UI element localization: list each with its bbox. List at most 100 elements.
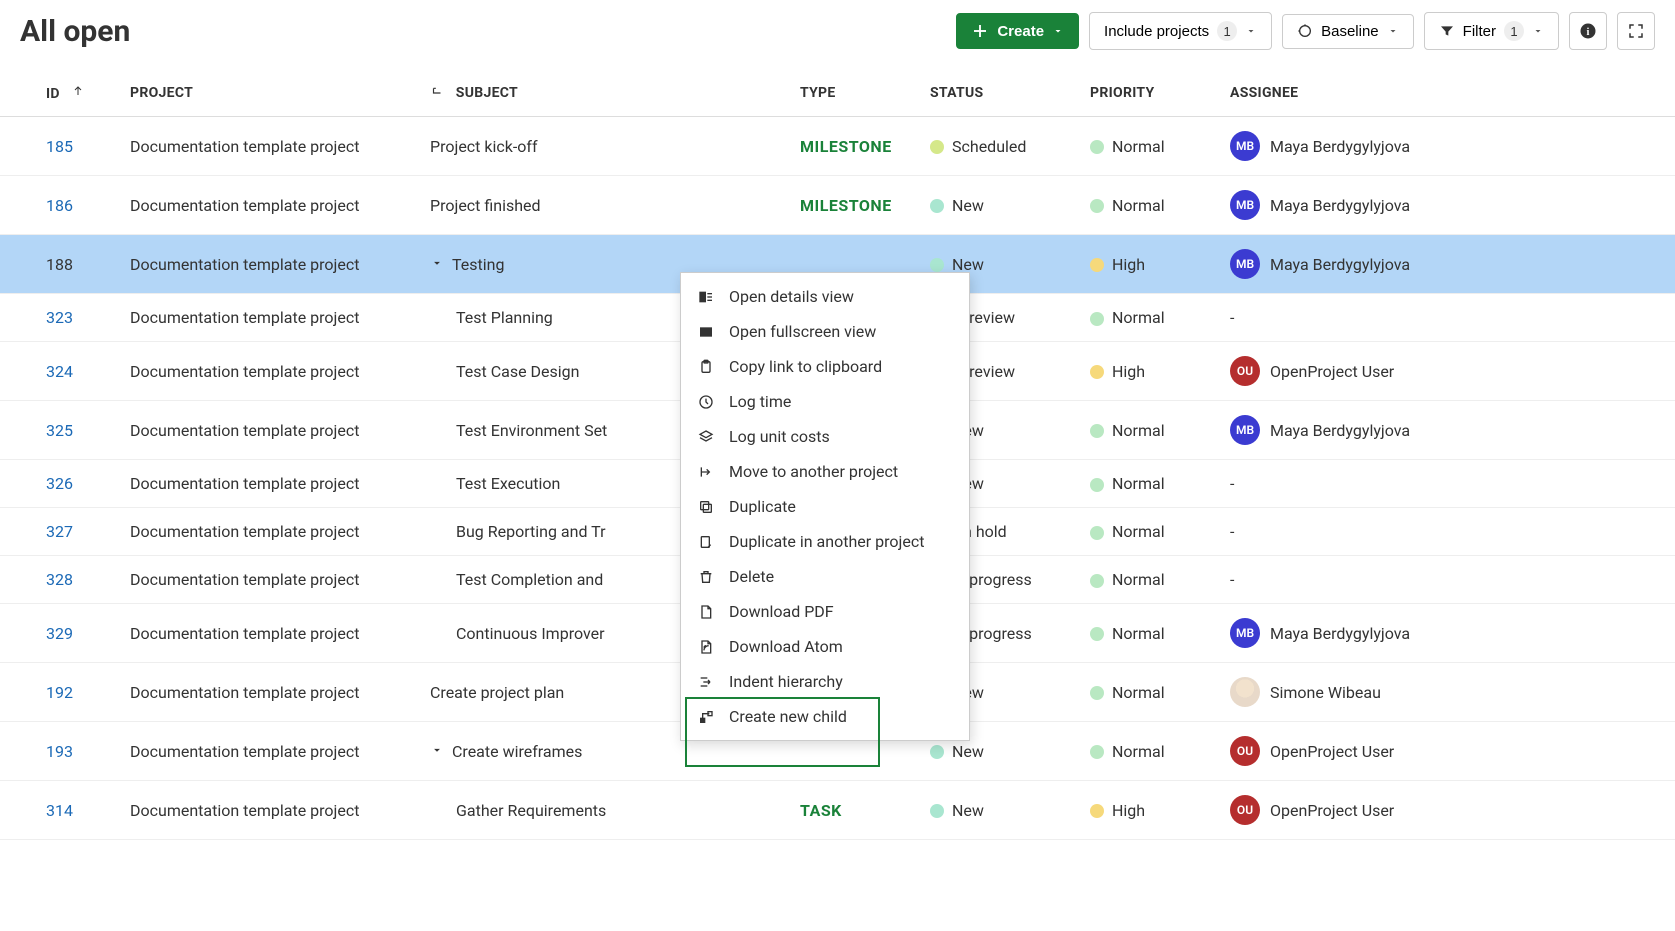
chevron-down-icon[interactable] (430, 743, 448, 757)
context-menu-item[interactable]: Log time (681, 384, 969, 419)
col-header-priority[interactable]: PRIORITY (1080, 70, 1220, 117)
work-package-id-link[interactable]: 324 (46, 362, 73, 381)
project-cell: Documentation template project (120, 460, 420, 508)
create-button[interactable]: Create (956, 13, 1079, 49)
chevron-down-icon (1052, 25, 1064, 37)
include-projects-button[interactable]: Include projects 1 (1089, 12, 1272, 50)
table-row[interactable]: 185 Documentation template projectProject… (0, 117, 1675, 176)
work-package-id-link[interactable]: 193 (46, 742, 73, 761)
context-menu-item[interactable]: Create new child (681, 699, 969, 734)
status-dot-icon (930, 745, 944, 759)
subject-cell[interactable]: Gather Requirements (420, 781, 790, 840)
col-header-type[interactable]: TYPE (790, 70, 920, 117)
expand-icon (1627, 22, 1645, 40)
priority-cell: Normal (1080, 294, 1220, 342)
context-menu-item[interactable]: Copy link to clipboard (681, 349, 969, 384)
context-menu-label: Copy link to clipboard (729, 357, 882, 376)
avatar: OU (1230, 795, 1260, 825)
priority-cell: Normal (1080, 556, 1220, 604)
fullscreen-icon (697, 323, 715, 341)
subject-cell[interactable]: Project finished (420, 176, 790, 235)
priority-dot-icon (1090, 312, 1104, 326)
context-menu-label: Open fullscreen view (729, 322, 876, 341)
indent-icon (697, 673, 715, 691)
work-package-id-link[interactable]: 329 (46, 624, 73, 643)
context-menu-item[interactable]: Duplicate (681, 489, 969, 524)
priority-dot-icon (1090, 804, 1104, 818)
status-dot-icon (930, 258, 944, 272)
pdf-icon (697, 603, 715, 621)
priority-cell: Normal (1080, 176, 1220, 235)
context-menu-item[interactable]: Open details view (681, 279, 969, 314)
context-menu-label: Download PDF (729, 602, 834, 621)
work-package-id-link[interactable]: 192 (46, 683, 73, 702)
work-package-id-link[interactable]: 326 (46, 474, 73, 493)
info-icon: i (1579, 22, 1597, 40)
atom-icon (697, 638, 715, 656)
duplicate-icon (697, 498, 715, 516)
child-icon (697, 708, 715, 726)
context-menu-item[interactable]: Duplicate in another project (681, 524, 969, 559)
context-menu-label: Duplicate in another project (729, 532, 924, 551)
status-dot-icon (930, 199, 944, 213)
work-package-id-link[interactable]: 328 (46, 570, 73, 589)
context-menu: Open details view Open fullscreen view Cop… (680, 272, 970, 741)
context-menu-item[interactable]: Delete (681, 559, 969, 594)
avatar: OU (1230, 356, 1260, 386)
work-package-id-link[interactable]: 323 (46, 308, 73, 327)
fullscreen-button[interactable] (1617, 12, 1655, 50)
col-header-assignee[interactable]: ASSIGNEE (1220, 70, 1675, 117)
context-menu-item[interactable]: Indent hierarchy (681, 664, 969, 699)
table-header-row: ID PROJECT SUBJECT TYPE STATUS PRIORITY … (0, 70, 1675, 117)
chevron-down-icon[interactable] (430, 256, 448, 270)
duplicate-project-icon (697, 533, 715, 551)
priority-dot-icon (1090, 258, 1104, 272)
priority-dot-icon (1090, 365, 1104, 379)
col-header-id[interactable]: ID (0, 70, 120, 117)
assignee-cell: MBMaya Berdygylyjova (1220, 604, 1675, 663)
avatar: MB (1230, 131, 1260, 161)
work-package-id-link[interactable]: 327 (46, 522, 73, 541)
priority-dot-icon (1090, 686, 1104, 700)
project-cell: Documentation template project (120, 781, 420, 840)
assignee-cell: OUOpenProject User (1220, 342, 1675, 401)
info-button[interactable]: i (1569, 12, 1607, 50)
project-cell: Documentation template project (120, 604, 420, 663)
context-menu-item[interactable]: Log unit costs (681, 419, 969, 454)
project-cell: Documentation template project (120, 117, 420, 176)
work-package-id-link[interactable]: 185 (46, 137, 73, 156)
work-package-id-link[interactable]: 325 (46, 421, 73, 440)
work-package-id-link[interactable]: 314 (46, 801, 73, 820)
priority-cell: Normal (1080, 604, 1220, 663)
clock-icon (697, 393, 715, 411)
work-package-id-link[interactable]: 188 (46, 255, 73, 274)
context-menu-item[interactable]: Download Atom (681, 629, 969, 664)
project-cell: Documentation template project (120, 342, 420, 401)
assignee-cell: MBMaya Berdygylyjova (1220, 235, 1675, 294)
assignee-cell: Simone Wibeau (1220, 663, 1675, 722)
type-cell: MILESTONE (790, 176, 920, 235)
filter-button[interactable]: Filter 1 (1424, 12, 1559, 50)
filter-count: 1 (1504, 21, 1524, 41)
table-row[interactable]: 186 Documentation template projectProject… (0, 176, 1675, 235)
project-cell: Documentation template project (120, 235, 420, 294)
work-package-id-link[interactable]: 186 (46, 196, 73, 215)
context-menu-item[interactable]: Download PDF (681, 594, 969, 629)
priority-cell: Normal (1080, 722, 1220, 781)
col-header-project[interactable]: PROJECT (120, 70, 420, 117)
priority-cell: High (1080, 781, 1220, 840)
context-menu-item[interactable]: Move to another project (681, 454, 969, 489)
context-menu-item[interactable]: Open fullscreen view (681, 314, 969, 349)
assignee-cell: - (1220, 460, 1675, 508)
subject-cell[interactable]: Project kick-off (420, 117, 790, 176)
baseline-button[interactable]: Baseline (1282, 14, 1414, 49)
status-cell: Scheduled (920, 117, 1080, 176)
table-row[interactable]: 314 Documentation template projectGather … (0, 781, 1675, 840)
delete-icon (697, 568, 715, 586)
priority-cell: Normal (1080, 508, 1220, 556)
sort-asc-icon (72, 84, 84, 98)
priority-cell: High (1080, 342, 1220, 401)
project-cell: Documentation template project (120, 176, 420, 235)
col-header-subject[interactable]: SUBJECT (420, 70, 790, 117)
col-header-status[interactable]: STATUS (920, 70, 1080, 117)
